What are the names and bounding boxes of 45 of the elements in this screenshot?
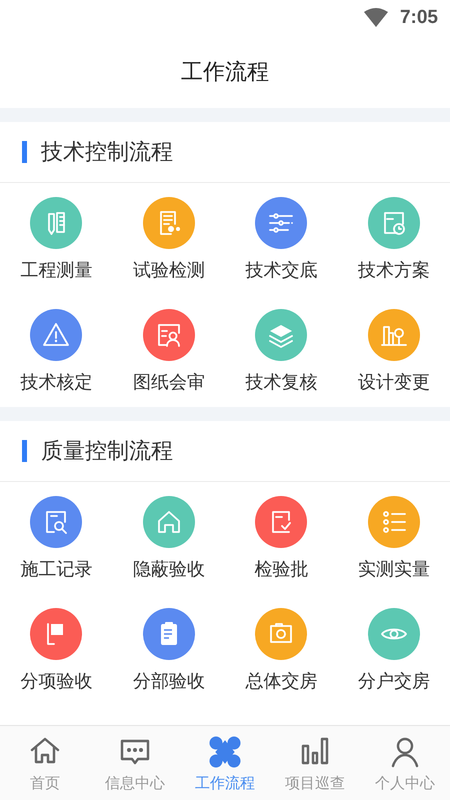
tile-label: 分户交房: [358, 670, 430, 694]
tile-label: 分部验收: [132, 670, 205, 694]
tile-label: 工程测量: [20, 259, 92, 283]
home-icon[interactable]: [142, 496, 195, 548]
calendar-clock-icon[interactable]: [368, 197, 420, 249]
tile-label: 实测实量: [358, 558, 430, 582]
clipboard-icon[interactable]: [142, 608, 195, 660]
workflow-icon: [207, 734, 243, 770]
document-search-icon[interactable]: [30, 496, 82, 548]
section-title: 技术控制流程: [41, 139, 173, 167]
page-title: 工作流程: [181, 59, 269, 87]
eye-icon[interactable]: [368, 608, 420, 660]
flag-icon[interactable]: [30, 608, 82, 660]
section-title: 质量控制流程: [41, 438, 173, 466]
status-time: 7:05: [400, 7, 438, 29]
tile-label: 检验批: [254, 558, 308, 582]
tile-label: 隐蔽验收: [132, 558, 205, 582]
tile-label: 技术复核: [245, 371, 318, 395]
document-chart-icon[interactable]: [142, 197, 195, 249]
tile-label: 总体交房: [245, 670, 318, 694]
document-check-icon[interactable]: [255, 496, 308, 548]
nav-tab[interactable]: 项目巡查: [270, 726, 360, 800]
tile-label: 图纸会审: [132, 371, 205, 395]
tile-label: 设计变更: [358, 371, 430, 395]
nav-tab[interactable]: 工作流程: [180, 726, 270, 800]
pencil-ruler-icon[interactable]: [30, 197, 82, 249]
tile-label: 技术核定: [20, 371, 92, 395]
tile-label: 施工记录: [20, 558, 92, 582]
tile-label: 试验检测: [132, 259, 205, 283]
sliders-icon[interactable]: [255, 197, 308, 249]
accent-bar: [22, 440, 27, 462]
nav-tab[interactable]: 首页: [0, 726, 90, 800]
nav-tab[interactable]: 信息中心: [90, 726, 180, 800]
accent-bar: [22, 141, 27, 163]
wifi-icon: [364, 8, 388, 28]
layers-icon[interactable]: [255, 309, 308, 361]
tile-label: 分项验收: [20, 670, 92, 694]
camera-icon[interactable]: [255, 608, 308, 660]
tile-label: 技术交底: [245, 259, 318, 283]
warning-icon[interactable]: [30, 309, 82, 361]
document-person-icon[interactable]: [142, 309, 195, 361]
list-icon[interactable]: [368, 496, 420, 548]
tile-label: 技术方案: [358, 259, 430, 283]
nav-tab[interactable]: 个人中心: [360, 726, 450, 800]
building-tree-icon[interactable]: [368, 309, 420, 361]
